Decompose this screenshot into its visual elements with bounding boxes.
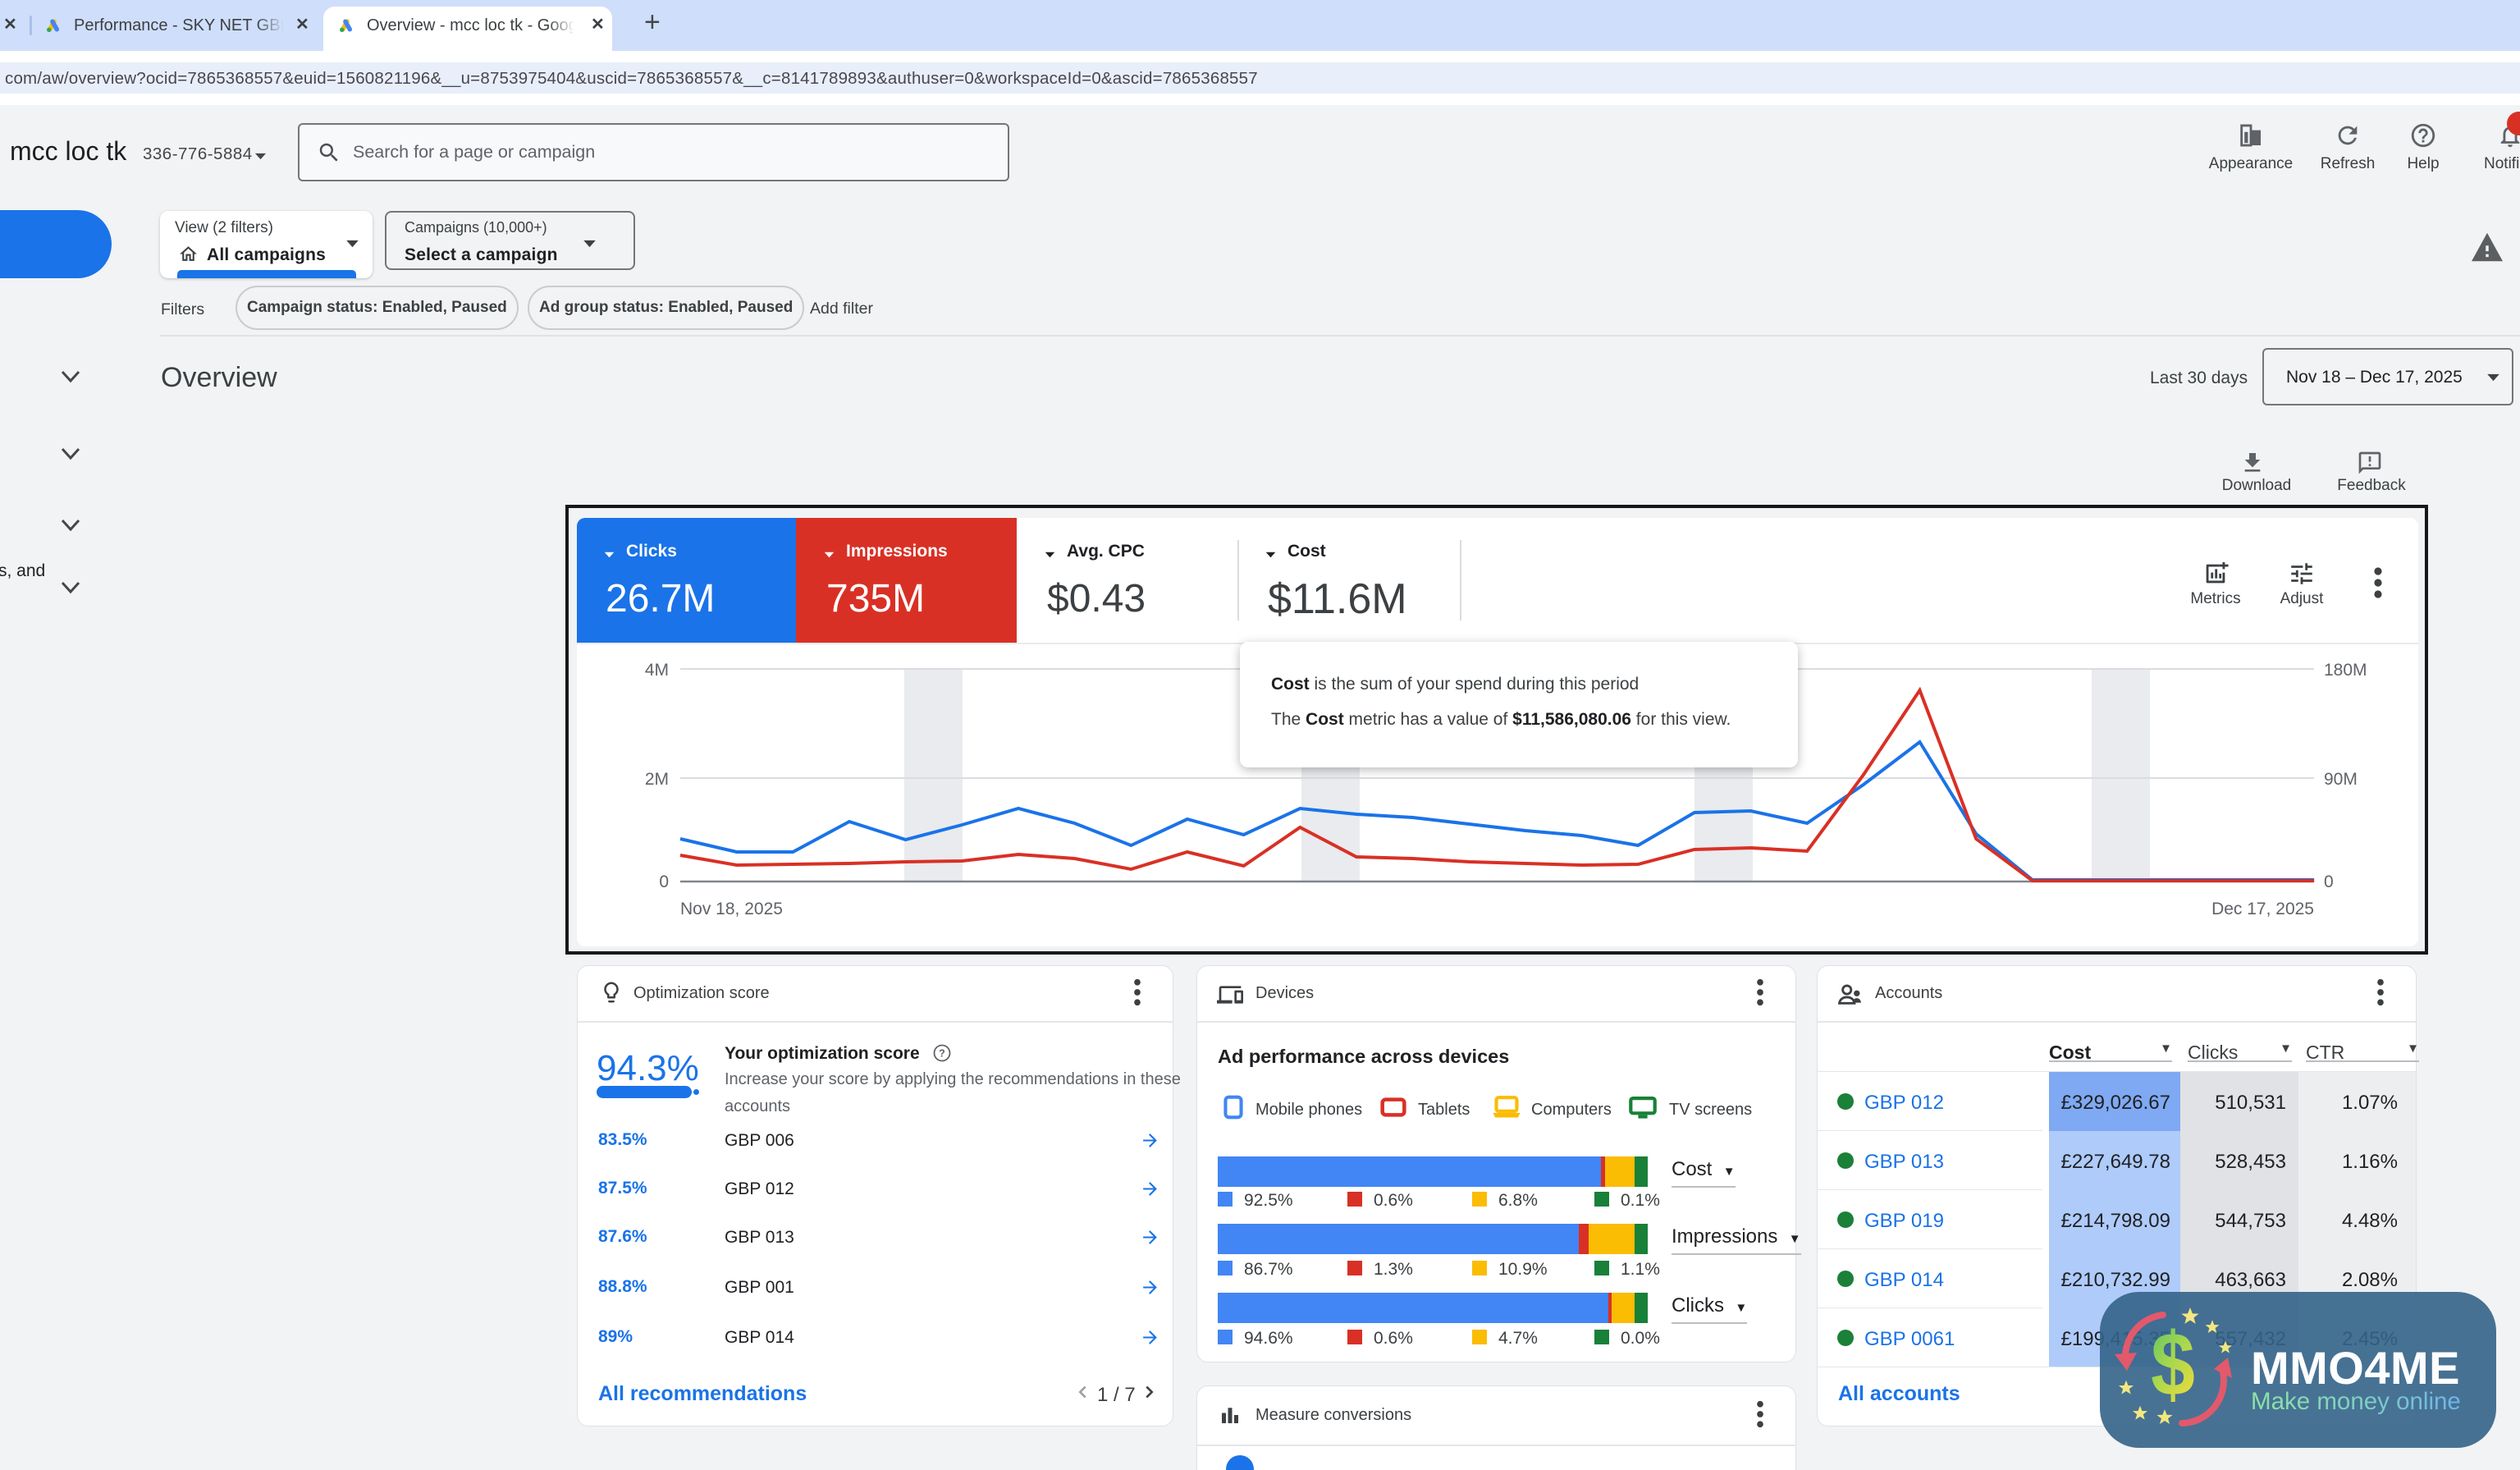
svg-text:0: 0 <box>659 872 669 891</box>
svg-text:90M: 90M <box>2324 770 2358 789</box>
svg-text:0: 0 <box>2324 872 2334 891</box>
svg-text:MMO4ME: MMO4ME <box>2251 1342 2460 1394</box>
svg-text:4M: 4M <box>645 661 669 680</box>
svg-text:Dec 17, 2025: Dec 17, 2025 <box>2211 900 2314 918</box>
svg-text:$: $ <box>2151 1313 2195 1414</box>
svg-text:?: ? <box>939 1048 945 1060</box>
svg-text:Make money online: Make money online <box>2251 1388 2461 1415</box>
svg-text:Nov 18, 2025: Nov 18, 2025 <box>680 900 783 918</box>
svg-text:2M: 2M <box>645 770 669 789</box>
svg-text:180M: 180M <box>2324 661 2367 680</box>
